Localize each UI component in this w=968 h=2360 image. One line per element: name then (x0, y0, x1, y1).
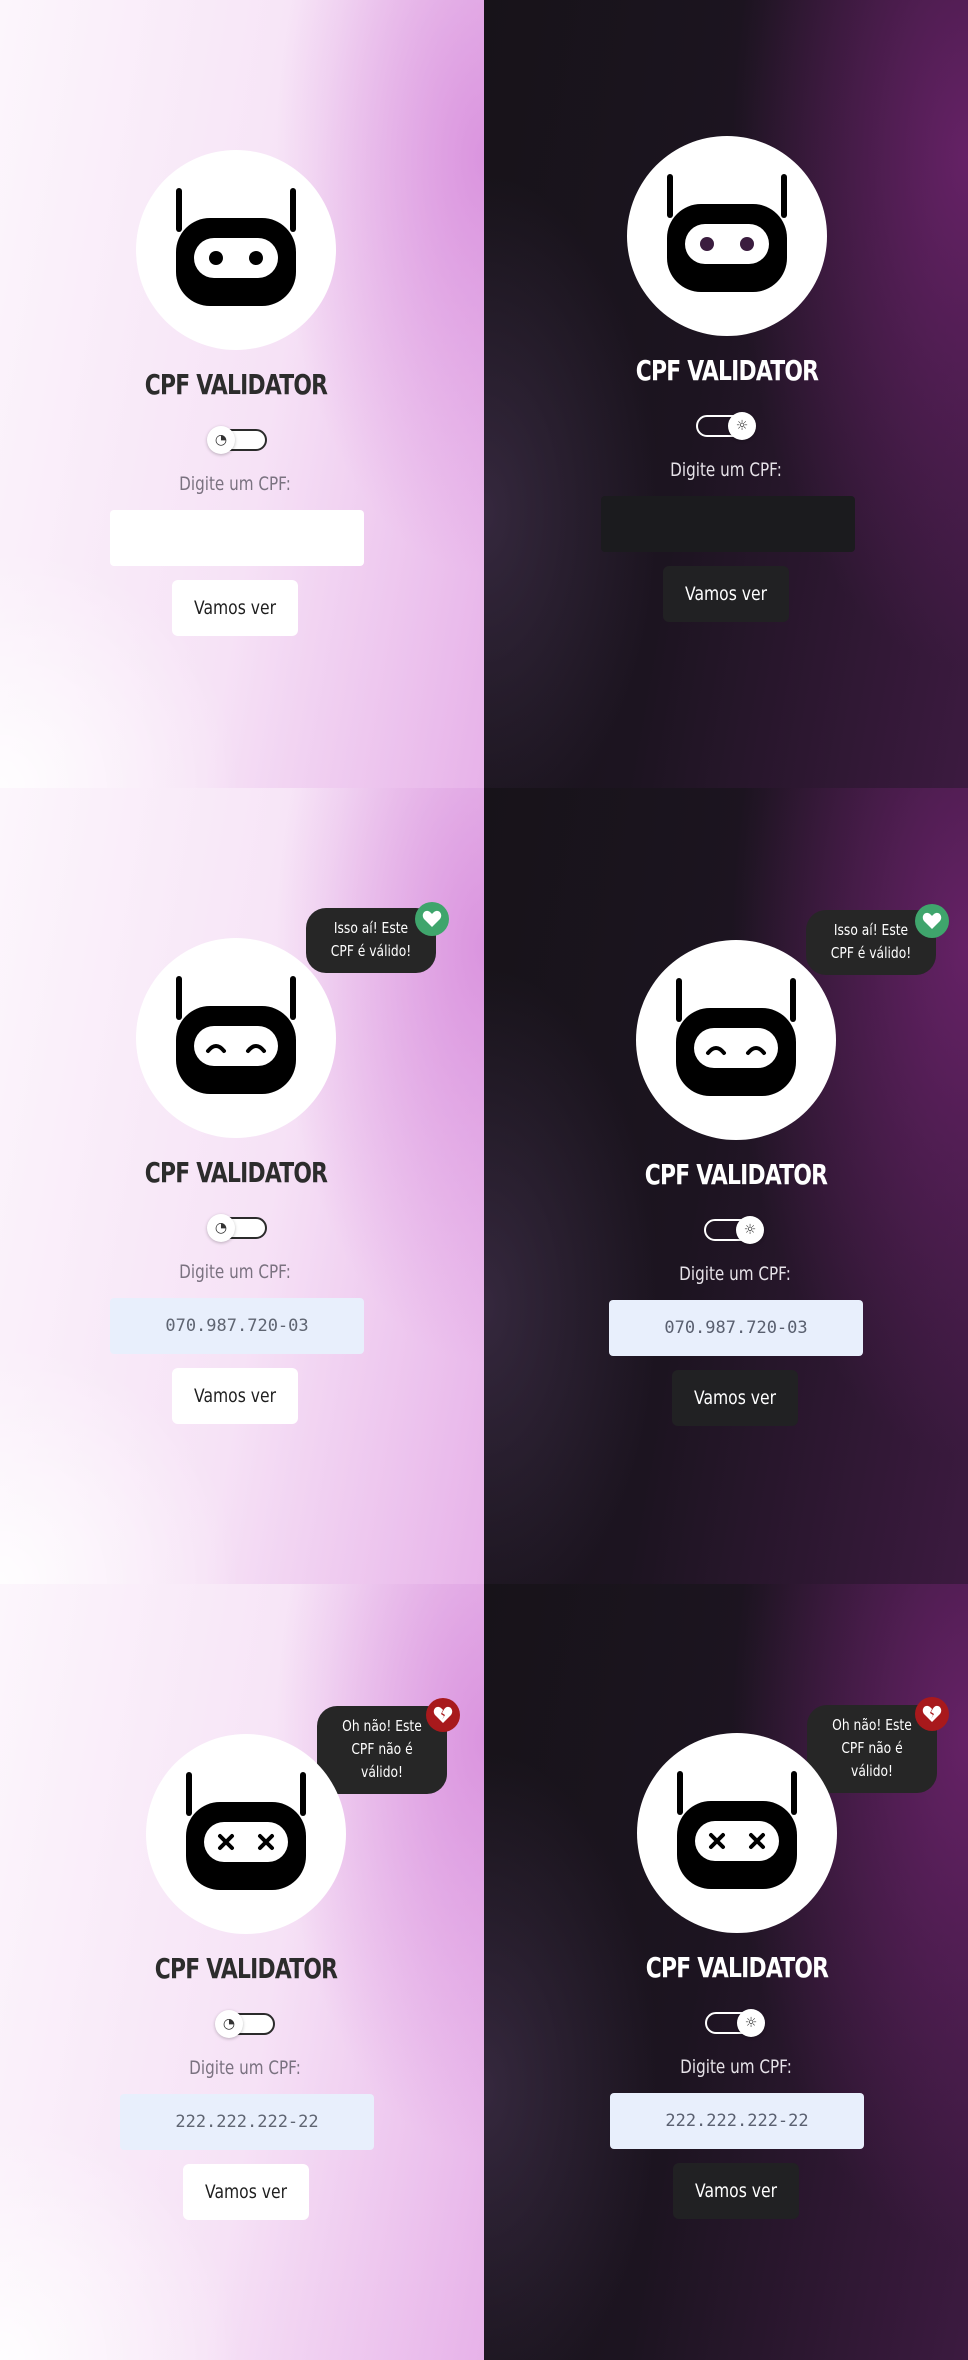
theme-toggle[interactable]: ☼ (703, 2009, 765, 2037)
theme-toggle[interactable]: ◔ (207, 426, 269, 454)
theme-toggle[interactable]: ☼ (694, 412, 756, 440)
app-title: CPF VALIDATOR (644, 1158, 828, 1191)
robot-sad-icon (677, 1771, 797, 1889)
screen-valid-dark: Isso aí! Este CPF é válido! CPF VALIDATO… (484, 788, 968, 1584)
theme-toggle[interactable]: ◔ (215, 2010, 277, 2038)
submit-button[interactable]: Vamos ver (172, 1368, 298, 1424)
moon-icon: ◔ (207, 426, 235, 454)
robot-sad-icon (186, 1772, 306, 1890)
app-title: CPF VALIDATOR (645, 1951, 829, 1984)
app-title: CPF VALIDATOR (144, 1156, 328, 1189)
moon-icon: ◔ (215, 2010, 243, 2038)
robot-neutral-icon (667, 174, 787, 292)
cpf-input[interactable] (110, 510, 364, 566)
submit-button[interactable]: Vamos ver (673, 2163, 799, 2219)
screen-idle-dark: CPF VALIDATOR ☼ Digite um CPF: Vamos ver (484, 0, 968, 788)
bubble-text: Oh não! Este CPF não é válido! (832, 1716, 912, 1780)
submit-button[interactable]: Vamos ver (663, 566, 789, 622)
robot-avatar (136, 150, 336, 350)
sun-icon: ☼ (728, 412, 756, 440)
cpf-input-label: Digite um CPF: (670, 459, 782, 481)
submit-button[interactable]: Vamos ver (672, 1370, 798, 1426)
theme-toggle[interactable]: ☼ (702, 1216, 764, 1244)
broken-heart-icon (915, 1697, 949, 1731)
cpf-input[interactable] (120, 2094, 374, 2150)
submit-button[interactable]: Vamos ver (172, 580, 298, 636)
cpf-input-label: Digite um CPF: (679, 1263, 791, 1285)
screen-valid-light: Isso aí! Este CPF é válido! CPF VALIDATO… (0, 788, 484, 1584)
app-title: CPF VALIDATOR (144, 368, 328, 401)
robot-avatar (146, 1734, 346, 1934)
sun-icon: ☼ (737, 2009, 765, 2037)
robot-avatar (636, 940, 836, 1140)
theme-toggle[interactable]: ◔ (207, 1214, 269, 1242)
bubble-text: Isso aí! Este CPF é válido! (830, 921, 912, 962)
app-title: CPF VALIDATOR (154, 1952, 338, 1985)
bubble-text: Oh não! Este CPF não é válido! (342, 1717, 422, 1781)
cpf-input-label: Digite um CPF: (189, 2057, 301, 2079)
submit-button-label: Vamos ver (204, 2181, 287, 2203)
submit-button-label: Vamos ver (693, 1387, 776, 1409)
submit-button[interactable]: Vamos ver (183, 2164, 309, 2220)
robot-avatar (637, 1733, 837, 1933)
cpf-input[interactable] (110, 1298, 364, 1354)
screen-invalid-light: Oh não! Este CPF não é válido! CPF VALID… (0, 1584, 484, 2360)
screen-idle-light: CPF VALIDATOR ◔ Digite um CPF: Vamos ver (0, 0, 484, 788)
screen-invalid-dark: Oh não! Este CPF não é válido! CPF VALID… (484, 1584, 968, 2360)
moon-icon: ◔ (207, 1214, 235, 1242)
submit-button-label: Vamos ver (193, 597, 276, 619)
cpf-input[interactable] (610, 2093, 864, 2149)
cpf-input-label: Digite um CPF: (179, 473, 291, 495)
submit-button-label: Vamos ver (193, 1385, 276, 1407)
cpf-input[interactable] (609, 1300, 863, 1356)
submit-button-label: Vamos ver (684, 583, 767, 605)
sun-icon: ☼ (736, 1216, 764, 1244)
robot-avatar (136, 938, 336, 1138)
robot-happy-icon (676, 978, 796, 1096)
robot-happy-icon (176, 976, 296, 1094)
cpf-input-label: Digite um CPF: (680, 2056, 792, 2078)
app-title: CPF VALIDATOR (635, 354, 819, 387)
robot-neutral-icon (176, 188, 296, 306)
cpf-input-label: Digite um CPF: (179, 1261, 291, 1283)
heart-icon (415, 902, 449, 936)
cpf-input[interactable] (601, 496, 855, 552)
robot-avatar (627, 136, 827, 336)
heart-icon (915, 904, 949, 938)
broken-heart-icon (426, 1698, 460, 1732)
bubble-text: Isso aí! Este CPF é válido! (330, 919, 412, 960)
submit-button-label: Vamos ver (694, 2180, 777, 2202)
